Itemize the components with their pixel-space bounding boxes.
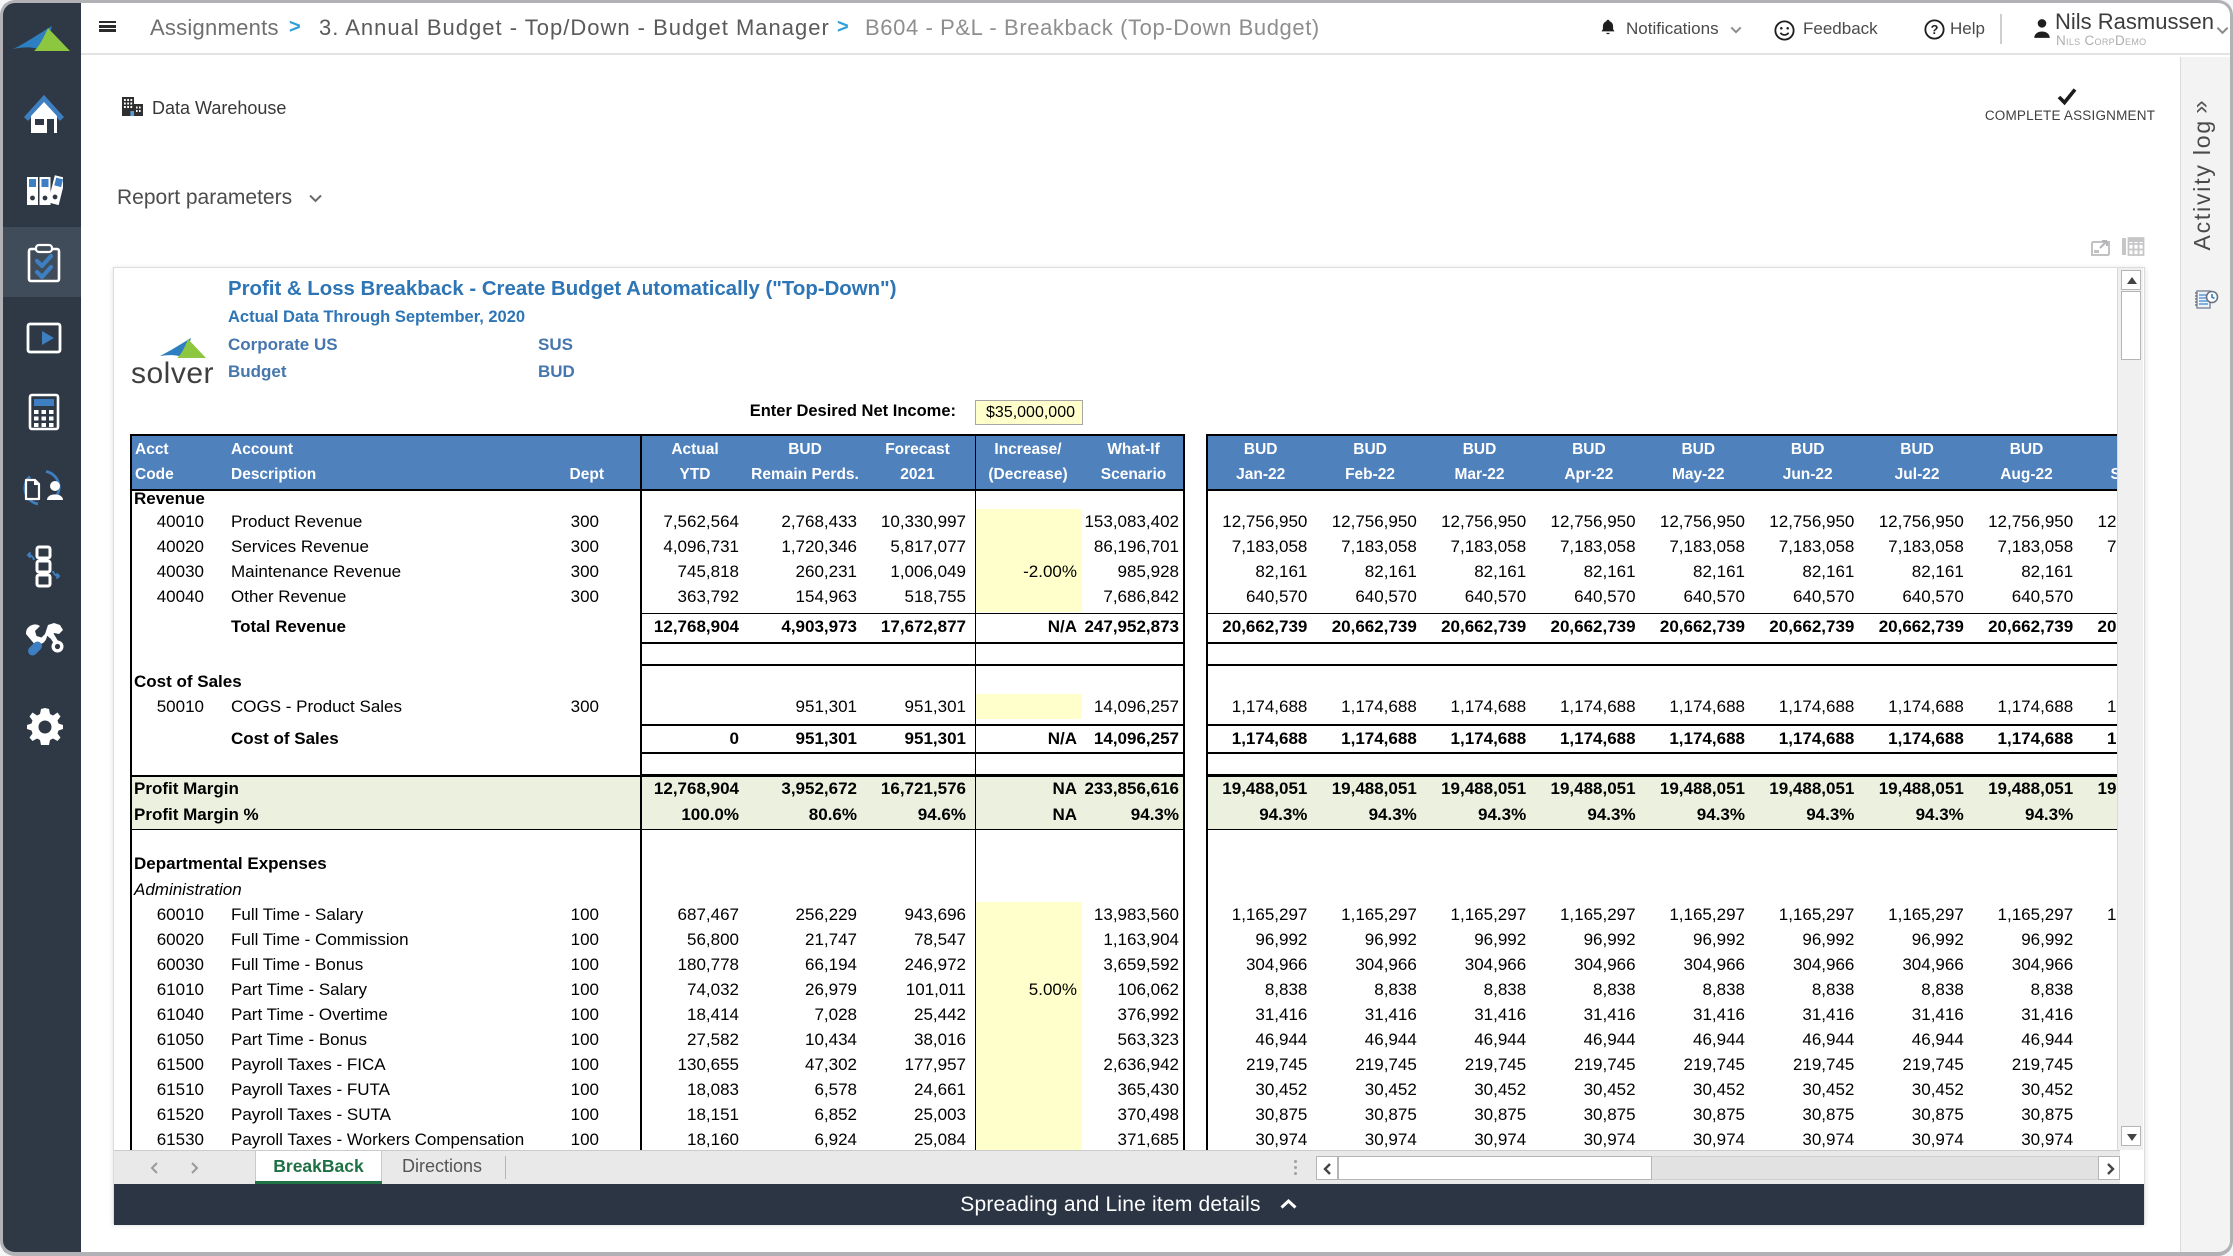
svg-text:?: ?: [1931, 22, 1939, 37]
